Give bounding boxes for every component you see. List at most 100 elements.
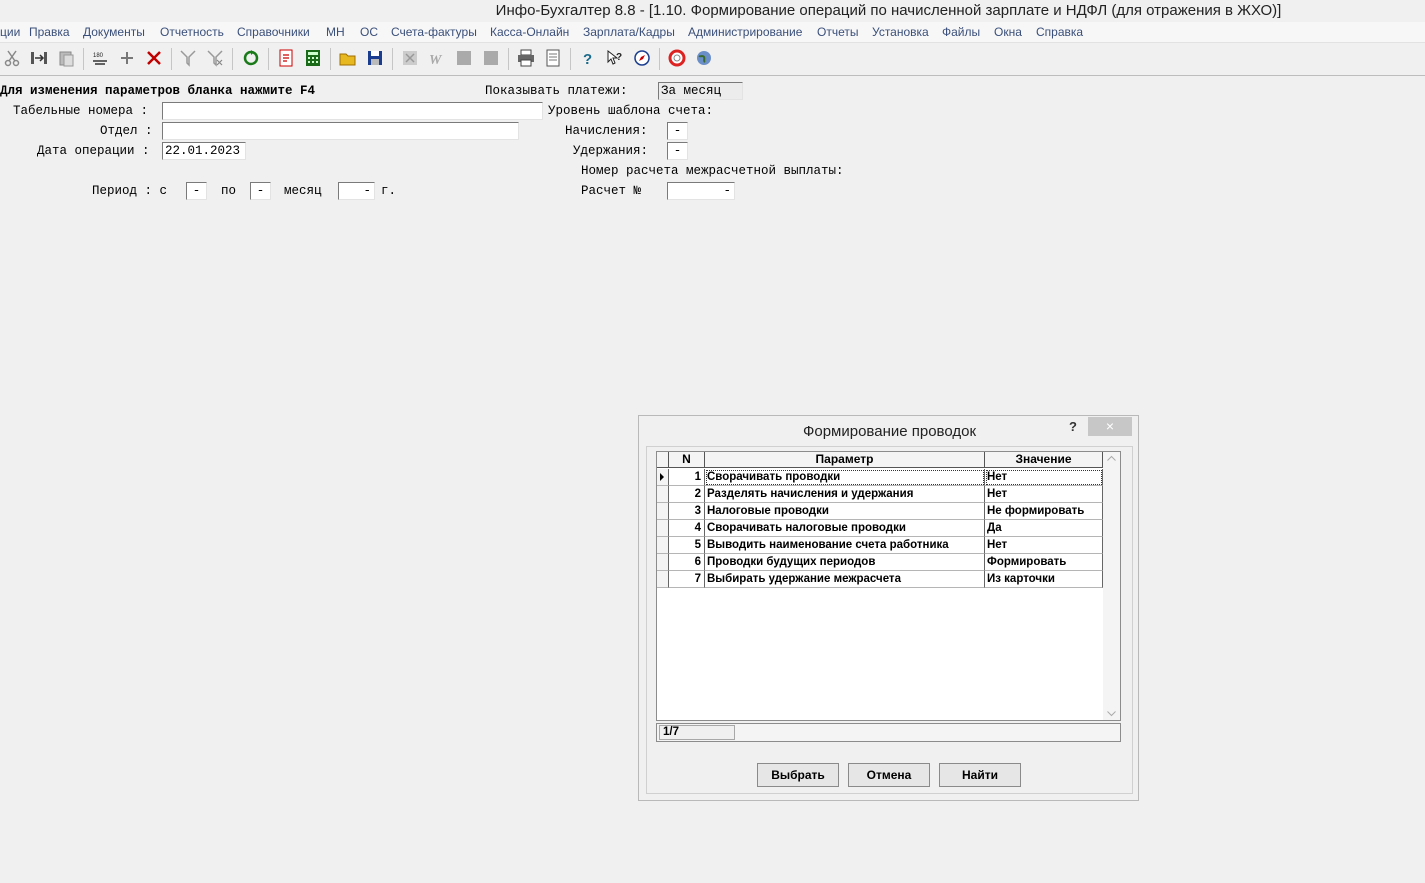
- grid-vertical-scrollbar[interactable]: [1103, 452, 1120, 720]
- column-header-param[interactable]: Параметр: [705, 452, 985, 468]
- select-button[interactable]: Выбрать: [757, 763, 839, 787]
- menu-salary[interactable]: Зарплата/Кадры: [583, 25, 675, 39]
- menu-settings[interactable]: Установка: [872, 25, 929, 39]
- word-icon[interactable]: W: [427, 48, 447, 68]
- menu-files[interactable]: Файлы: [942, 25, 980, 39]
- export-doc-icon[interactable]: [276, 48, 296, 68]
- row-indicator: [657, 554, 669, 571]
- year-suffix: г.: [381, 184, 397, 198]
- show-payments-select[interactable]: За месяц: [658, 82, 743, 100]
- menu-references[interactable]: Справочники: [237, 25, 310, 39]
- tab-numbers-label: Табельные номера :: [13, 104, 149, 118]
- scroll-down-icon[interactable]: [1107, 711, 1116, 717]
- accruals-input[interactable]: -: [667, 122, 688, 140]
- cancel-button[interactable]: Отмена: [848, 763, 930, 787]
- filter-clear-icon[interactable]: [205, 48, 225, 68]
- print-icon[interactable]: [516, 48, 536, 68]
- numbering-icon[interactable]: 180: [90, 48, 110, 68]
- menu-admin[interactable]: Администрирование: [688, 25, 802, 39]
- cell-value: Да: [985, 520, 1103, 537]
- menu-mn[interactable]: МН: [326, 25, 345, 39]
- tab-numbers-input[interactable]: [162, 102, 543, 120]
- deductions-input[interactable]: -: [667, 142, 688, 160]
- cell-param: Сворачивать проводки: [705, 469, 985, 486]
- row-indicator: [657, 571, 669, 588]
- svg-text:?: ?: [583, 51, 592, 67]
- period-from-label: Период : с: [92, 184, 168, 198]
- cell-value: Нет: [985, 469, 1103, 486]
- calc-number-input[interactable]: -: [667, 182, 735, 200]
- delete-icon[interactable]: [144, 48, 164, 68]
- accruals-label: Начисления:: [565, 124, 648, 138]
- globe-icon[interactable]: [694, 48, 714, 68]
- menu-documents[interactable]: Документы: [83, 25, 145, 39]
- menu-cash-online[interactable]: Касса-Онлайн: [490, 25, 569, 39]
- cell-value: Нет: [985, 537, 1103, 554]
- find-button[interactable]: Найти: [939, 763, 1021, 787]
- interpay-label: Номер расчета межрасчетной выплаты:: [581, 164, 844, 178]
- menu-help[interactable]: Справка: [1036, 25, 1083, 39]
- department-input[interactable]: [162, 122, 519, 140]
- show-payments-label: Показывать платежи:: [485, 84, 628, 98]
- save-icon[interactable]: [365, 48, 385, 68]
- operation-date-label: Дата операции :: [37, 144, 150, 158]
- template-level-label: Уровень шаблона счета:: [548, 104, 714, 118]
- menu-edit[interactable]: Правка: [29, 25, 70, 39]
- preview-icon[interactable]: [543, 48, 563, 68]
- calculator-icon[interactable]: [303, 48, 323, 68]
- add-icon[interactable]: [117, 48, 137, 68]
- year-input[interactable]: -: [338, 182, 375, 200]
- form-hint: Для изменения параметров бланка нажмите …: [0, 84, 316, 98]
- grid2-icon[interactable]: [481, 48, 501, 68]
- operation-date-input[interactable]: 22.01.2023: [162, 142, 246, 160]
- cell-n: 6: [669, 554, 705, 571]
- menu-reporting[interactable]: Отчетность: [160, 25, 224, 39]
- scroll-up-icon[interactable]: [1107, 455, 1116, 461]
- menu-os[interactable]: ОС: [360, 25, 378, 39]
- menu-invoices[interactable]: Счета-фактуры: [391, 25, 477, 39]
- svg-text:W: W: [429, 53, 443, 67]
- menu-windows[interactable]: Окна: [994, 25, 1022, 39]
- menu-operations[interactable]: ции: [0, 25, 20, 39]
- row-indicator: [657, 537, 669, 554]
- dialog-close-button[interactable]: ×: [1088, 417, 1132, 436]
- column-header-n[interactable]: N: [669, 452, 705, 468]
- cell-n: 3: [669, 503, 705, 520]
- context-help-icon[interactable]: ?: [605, 48, 625, 68]
- cell-param: Выбирать удержание межрасчета: [705, 571, 985, 588]
- open-folder-icon[interactable]: [338, 48, 358, 68]
- grid-indicator-header: [657, 452, 669, 468]
- column-header-value[interactable]: Значение: [985, 452, 1103, 468]
- filter-icon[interactable]: [178, 48, 198, 68]
- svg-text:?: ?: [616, 52, 622, 63]
- toolbar: 180 W ? ?: [0, 43, 1425, 76]
- help-icon[interactable]: ?: [578, 48, 598, 68]
- cell-value: Формировать: [985, 554, 1103, 571]
- period-to-input[interactable]: -: [250, 182, 271, 200]
- period-from-input[interactable]: -: [186, 182, 207, 200]
- lifebuoy-icon[interactable]: [667, 48, 687, 68]
- menu-reports[interactable]: Отчеты: [817, 25, 858, 39]
- dialog-title: Формирование проводок: [802, 423, 977, 440]
- paste-icon[interactable]: [56, 48, 76, 68]
- dialog-help-button[interactable]: ?: [1069, 419, 1077, 434]
- deductions-label: Удержания:: [573, 144, 649, 158]
- row-indicator: [657, 486, 669, 503]
- parameters-grid[interactable]: N Параметр Значение 1 Сворачивать провод…: [656, 451, 1121, 721]
- excel-icon[interactable]: [400, 48, 420, 68]
- postings-dialog: Формирование проводок ? × N Параметр Зна…: [638, 415, 1139, 801]
- cell-param: Сворачивать налоговые проводки: [705, 520, 985, 537]
- row-indicator: [657, 520, 669, 537]
- compass-icon[interactable]: [632, 48, 652, 68]
- calc-number-label: Расчет №: [581, 184, 642, 198]
- cell-param: Разделять начисления и удержания: [705, 486, 985, 503]
- merge-icon[interactable]: [29, 48, 49, 68]
- refresh-icon[interactable]: [241, 48, 261, 68]
- dialog-body: N Параметр Значение 1 Сворачивать провод…: [646, 446, 1133, 794]
- grid-icon[interactable]: [454, 48, 474, 68]
- cell-n: 4: [669, 520, 705, 537]
- cell-n: 5: [669, 537, 705, 554]
- cut-icon[interactable]: [2, 48, 22, 68]
- period-to-label: по: [221, 184, 237, 198]
- cell-param: Выводить наименование счета работника: [705, 537, 985, 554]
